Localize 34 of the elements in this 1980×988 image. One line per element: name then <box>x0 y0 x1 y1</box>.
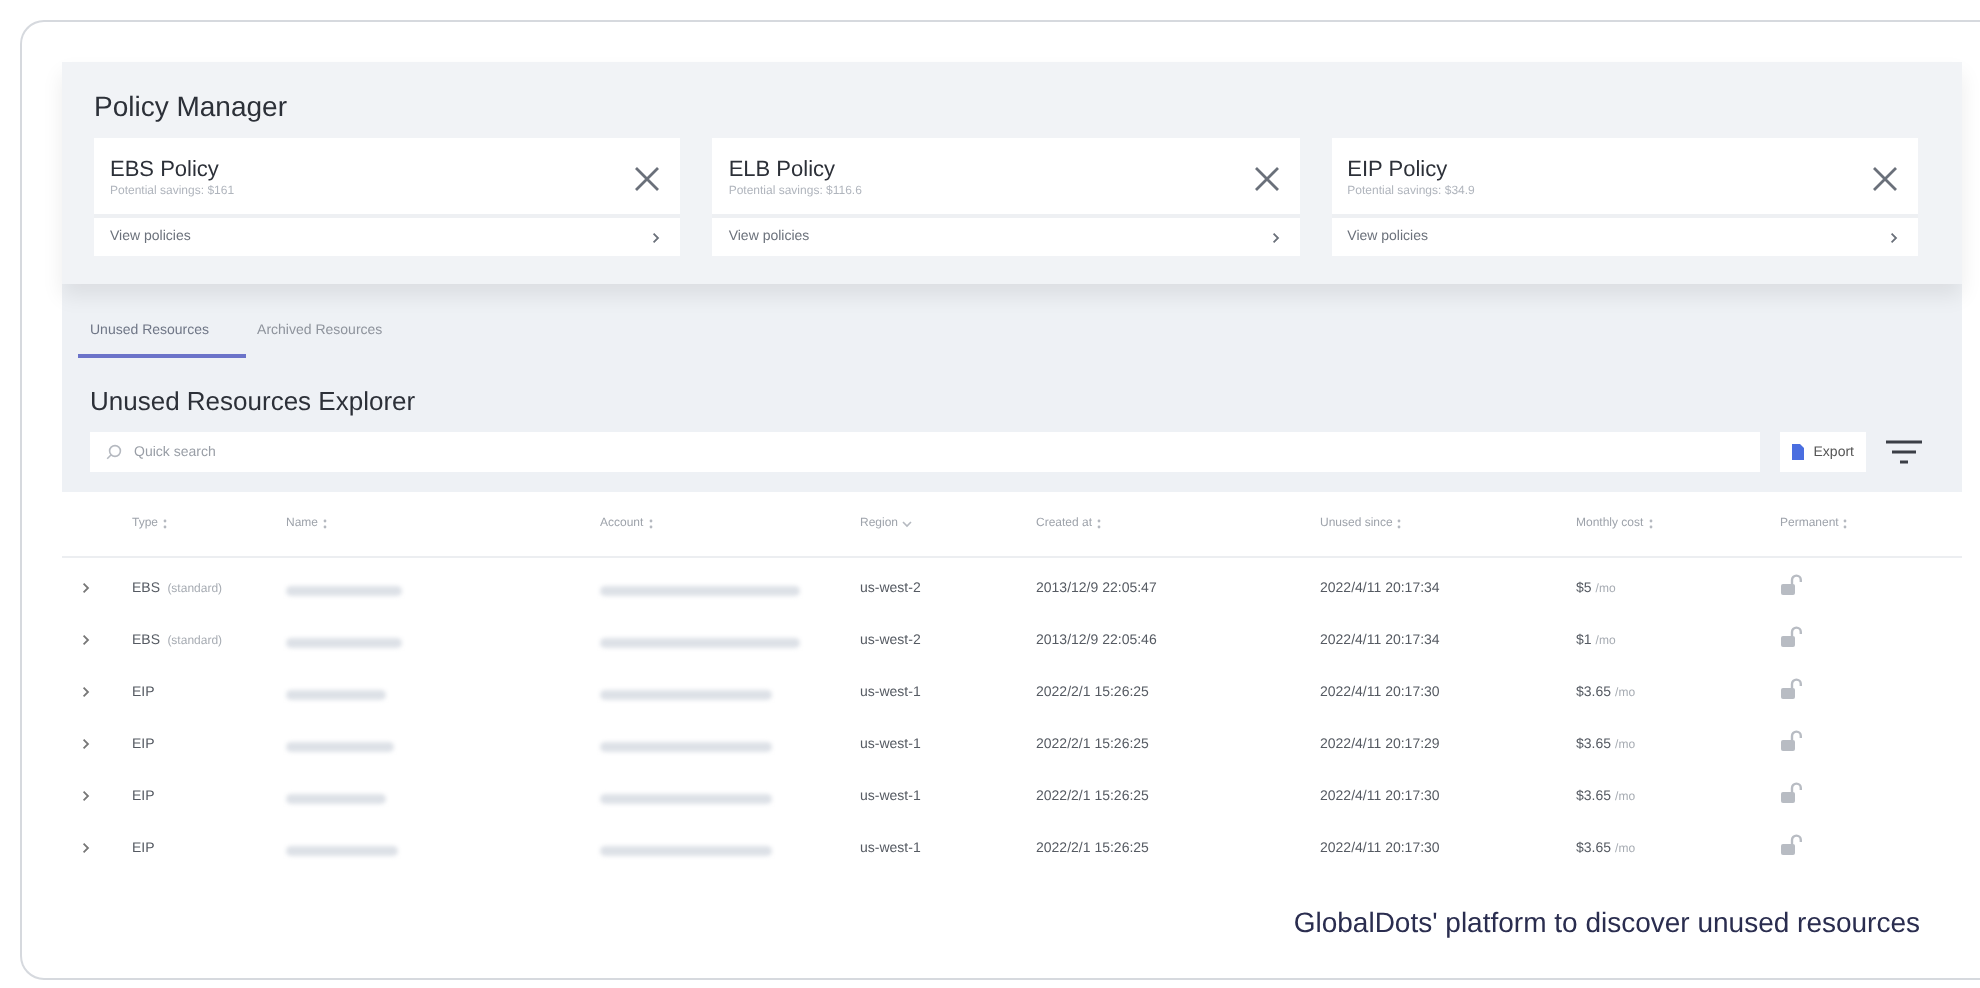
expand-chevron-icon[interactable] <box>82 738 90 750</box>
expand-chevron-icon[interactable] <box>82 582 90 594</box>
explorer-title: Unused Resources Explorer <box>90 386 418 416</box>
policy-title: EBS Policy <box>110 158 221 182</box>
filter-icon[interactable] <box>1886 440 1922 464</box>
chevron-right-icon <box>1890 231 1898 243</box>
redacted-name <box>286 638 402 648</box>
redacted-name <box>286 846 398 856</box>
document-icon <box>1791 444 1804 460</box>
policy-title: EIP Policy <box>1347 158 1450 182</box>
unlock-icon[interactable] <box>1780 730 1804 752</box>
expand-chevron-icon[interactable] <box>82 634 90 646</box>
redacted-name <box>286 794 386 804</box>
unlock-icon[interactable] <box>1780 834 1804 856</box>
policy-title: ELB Policy <box>728 158 838 182</box>
unlock-icon[interactable] <box>1780 678 1804 700</box>
unlock-icon[interactable] <box>1780 574 1804 596</box>
search-icon <box>106 444 122 460</box>
redacted-name <box>286 742 394 752</box>
expand-chevron-icon[interactable] <box>82 790 90 802</box>
chevron-right-icon <box>1271 231 1280 243</box>
expand-chevron-icon[interactable] <box>82 686 90 698</box>
unlock-icon[interactable] <box>1780 626 1804 648</box>
expand-chevron-icon[interactable] <box>82 842 90 854</box>
unlock-icon[interactable] <box>1780 782 1804 804</box>
chevron-right-icon <box>652 231 661 243</box>
redacted-name <box>286 690 386 700</box>
redacted-name <box>286 586 402 596</box>
close-icon[interactable] <box>1872 165 1898 191</box>
close-icon[interactable] <box>1253 165 1280 191</box>
caption: GlobalDots' platform to discover unused resources <box>1293 906 1920 938</box>
section-title: Policy Manager <box>94 90 289 122</box>
sort-down-icon[interactable] <box>902 520 913 528</box>
close-icon[interactable] <box>634 165 661 191</box>
